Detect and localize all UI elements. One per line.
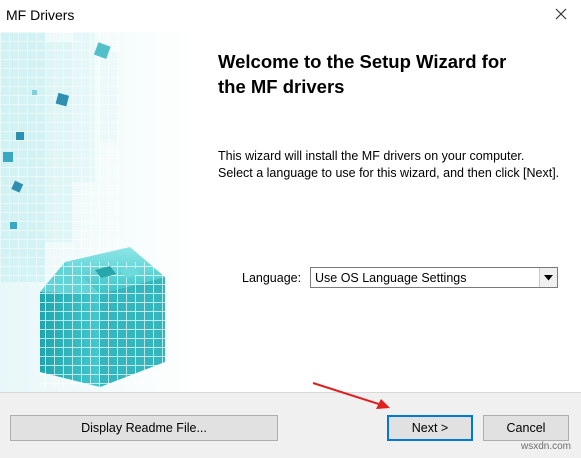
language-dropdown[interactable]: Use OS Language Settings — [310, 267, 558, 288]
watermark: wsxdn.com — [521, 441, 572, 452]
page-heading: Welcome to the Setup Wizard for the MF d… — [218, 49, 558, 99]
window-title: MF Drivers — [6, 7, 75, 23]
language-label: Language: — [242, 271, 302, 285]
close-icon — [555, 7, 567, 25]
dropdown-arrow-icon[interactable] — [539, 268, 557, 287]
button-bar: Display Readme File... Next > Cancel — [0, 392, 581, 458]
description-line-1: This wizard will install the MF drivers … — [218, 149, 525, 163]
close-button[interactable] — [541, 0, 581, 32]
cancel-button[interactable]: Cancel — [483, 415, 569, 441]
wizard-description: This wizard will install the MF drivers … — [218, 148, 568, 182]
description-line-2: Select a language to use for this wizard… — [218, 166, 560, 180]
title-bar: MF Drivers — [0, 0, 581, 32]
display-readme-button[interactable]: Display Readme File... — [10, 415, 278, 441]
heading-line-1: Welcome to the Setup Wizard for — [218, 51, 507, 72]
wizard-banner-image — [0, 32, 200, 392]
language-selected-value: Use OS Language Settings — [315, 271, 467, 285]
heading-line-2: the MF drivers — [218, 76, 345, 97]
next-button[interactable]: Next > — [387, 415, 473, 441]
